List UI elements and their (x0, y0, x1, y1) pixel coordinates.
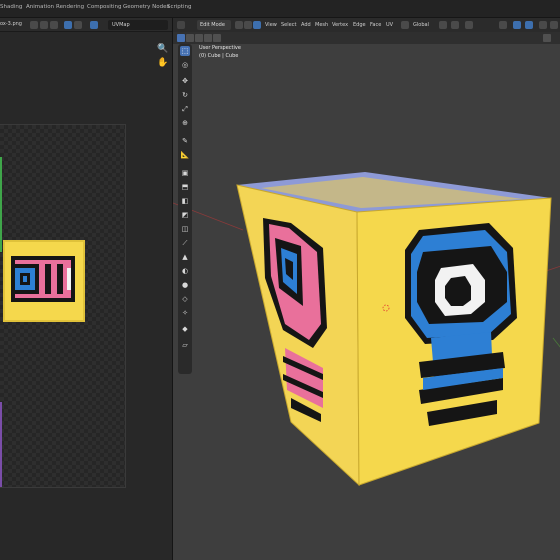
pin-icon[interactable] (50, 21, 58, 29)
spin-icon[interactable]: ◐ (180, 266, 190, 276)
zoom-icon[interactable]: 🔍 (157, 44, 168, 54)
uv-island[interactable] (3, 240, 85, 322)
workspace-bar: Shading Animation Rendering Compositing … (0, 0, 560, 18)
uv-edge-purple (0, 402, 2, 487)
uv-map-field[interactable]: UVMap (108, 20, 168, 30)
image-name[interactable]: ox-3.png (0, 21, 22, 27)
uv-editor-header: ox-3.png UVMap (0, 18, 172, 32)
select-box-icon[interactable]: ⬚ (180, 46, 190, 56)
annotate-icon[interactable]: ✎ (180, 136, 190, 146)
y-axis-line (552, 337, 560, 348)
uv-edge-green (0, 157, 2, 252)
tab-scripting[interactable]: Scripting (167, 4, 191, 10)
viewport-scene (173, 172, 560, 487)
uv-sync-icon[interactable] (64, 21, 72, 29)
knife-icon[interactable]: ⟋ (180, 238, 190, 248)
3d-viewport[interactable]: Edit Mode View Select Add Mesh Vertex Ed… (172, 18, 560, 560)
pan-hand-icon[interactable]: ✋ (157, 58, 168, 68)
tool-shelf: ⬚ ◎ ✥ ↻ ⤢ ⊕ ✎ 📐 ▣ ⬒ ◧ ◩ ◫ ⟋ ▲ ◐ ● ◇ ✧ ◆ … (178, 44, 192, 374)
rip-icon[interactable]: ▱ (180, 340, 190, 350)
poly-build-icon[interactable]: ▲ (180, 252, 190, 262)
tab-rendering[interactable]: Rendering (56, 4, 84, 10)
object-info: (0) Cube | Cube (199, 53, 239, 59)
tab-geometry-nodes[interactable]: Geometry Nodes (123, 4, 169, 10)
uv-canvas[interactable]: 🔍 ✋ (0, 32, 172, 560)
loop-cut-icon[interactable]: ◫ (180, 224, 190, 234)
tab-animation[interactable]: Animation (26, 4, 54, 10)
uv-map-icon (90, 21, 98, 29)
scale-icon[interactable]: ⤢ (180, 104, 190, 114)
chevron-down-icon[interactable] (74, 21, 82, 29)
cursor-icon[interactable]: ◎ (180, 60, 190, 70)
shrink-fatten-icon[interactable]: ✧ (180, 308, 190, 318)
tab-shading[interactable]: Shading (0, 4, 22, 10)
shear-icon[interactable]: ◆ (180, 324, 190, 334)
shield-icon[interactable] (30, 21, 38, 29)
add-cube-icon[interactable]: ▣ (180, 168, 190, 178)
view-title: User Perspective (199, 45, 241, 51)
move-icon[interactable]: ✥ (180, 76, 190, 86)
pink-figure-texture (11, 256, 75, 302)
measure-icon[interactable]: 📐 (180, 150, 190, 160)
bevel-icon[interactable]: ◩ (180, 210, 190, 220)
extrude-icon[interactable]: ⬒ (180, 182, 190, 192)
transform-icon[interactable]: ⊕ (180, 118, 190, 128)
smooth-icon[interactable]: ● (180, 280, 190, 290)
tab-compositing[interactable]: Compositing (87, 4, 121, 10)
edge-slide-icon[interactable]: ◇ (180, 294, 190, 304)
inset-icon[interactable]: ◧ (180, 196, 190, 206)
unlink-icon[interactable] (40, 21, 48, 29)
rotate-icon[interactable]: ↻ (180, 90, 190, 100)
